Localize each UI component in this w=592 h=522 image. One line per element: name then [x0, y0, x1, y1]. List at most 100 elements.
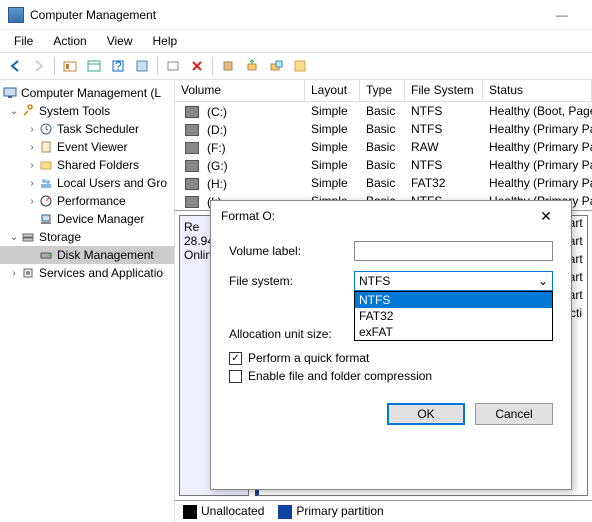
- menu-view[interactable]: View: [99, 32, 141, 50]
- col-layout[interactable]: Layout: [305, 80, 360, 101]
- quick-format-label: Perform a quick format: [248, 351, 369, 365]
- volume-label-input[interactable]: [354, 241, 553, 261]
- tree-performance[interactable]: › Performance: [0, 192, 174, 210]
- quick-format-checkbox[interactable]: ✓ Perform a quick format: [229, 351, 553, 365]
- tree-shared-folders[interactable]: › Shared Folders: [0, 156, 174, 174]
- tree-label: Services and Applicatio: [39, 266, 163, 280]
- tree-label: Storage: [39, 230, 81, 244]
- volume-grid-header: Volume Layout Type File System Status: [175, 80, 592, 102]
- table-row[interactable]: (G:)SimpleBasicNTFSHealthy (Primary Part: [175, 156, 592, 174]
- tb-icon-7[interactable]: [241, 55, 263, 77]
- file-system-options[interactable]: NTFS FAT32 exFAT: [354, 291, 553, 341]
- tb-icon-6[interactable]: [217, 55, 239, 77]
- table-row[interactable]: (C:)SimpleBasicNTFSHealthy (Boot, Page F: [175, 102, 592, 120]
- cancel-button[interactable]: Cancel: [475, 403, 553, 425]
- col-filesystem[interactable]: File System: [405, 80, 483, 101]
- expand-icon[interactable]: ›: [26, 124, 38, 135]
- chevron-down-icon: ⌄: [538, 274, 548, 288]
- tb-icon-9[interactable]: [289, 55, 311, 77]
- event-icon: [38, 139, 54, 155]
- table-row[interactable]: (F:)SimpleBasicRAWHealthy (Primary Part: [175, 138, 592, 156]
- tree-task-scheduler[interactable]: › Task Scheduler: [0, 120, 174, 138]
- expand-icon[interactable]: ›: [8, 268, 20, 279]
- tb-icon-1[interactable]: [59, 55, 81, 77]
- window-title: Computer Management: [30, 8, 540, 22]
- services-icon: [20, 265, 36, 281]
- tree-label: Device Manager: [57, 212, 144, 226]
- tools-icon: [20, 103, 36, 119]
- fs-option-fat32[interactable]: FAT32: [355, 308, 552, 324]
- forward-button[interactable]: [28, 55, 50, 77]
- tree-services[interactable]: › Services and Applicatio: [0, 264, 174, 282]
- format-dialog: Format O: ✕ Volume label: File system: N…: [210, 200, 572, 490]
- table-row[interactable]: (D:)SimpleBasicNTFSHealthy (Primary Part: [175, 120, 592, 138]
- delete-icon[interactable]: [186, 55, 208, 77]
- tree-label: Task Scheduler: [57, 122, 139, 136]
- menu-file[interactable]: File: [6, 32, 41, 50]
- tree-label: System Tools: [39, 104, 110, 118]
- performance-icon: [38, 193, 54, 209]
- compression-checkbox[interactable]: Enable file and folder compression: [229, 369, 553, 383]
- collapse-icon[interactable]: ⌄: [8, 232, 20, 243]
- checkbox-icon: [229, 370, 242, 383]
- fs-option-ntfs[interactable]: NTFS: [355, 292, 552, 308]
- expand-icon[interactable]: ›: [26, 178, 38, 189]
- tree-root[interactable]: Computer Management (L: [0, 84, 174, 102]
- device-icon: [38, 211, 54, 227]
- col-status[interactable]: Status: [483, 80, 592, 101]
- tree-storage[interactable]: ⌄ Storage: [0, 228, 174, 246]
- file-system-lbl: File system:: [229, 274, 354, 288]
- tree-disk-management[interactable]: Disk Management: [0, 246, 174, 264]
- expand-icon[interactable]: ›: [26, 142, 38, 153]
- col-type[interactable]: Type: [360, 80, 405, 101]
- fs-option-exfat[interactable]: exFAT: [355, 324, 552, 340]
- compression-label: Enable file and folder compression: [248, 369, 432, 383]
- tree-local-users[interactable]: › Local Users and Gro: [0, 174, 174, 192]
- tree-device-manager[interactable]: Device Manager: [0, 210, 174, 228]
- menu-bar: File Action View Help: [0, 30, 592, 52]
- volume-grid-body[interactable]: (C:)SimpleBasicNTFSHealthy (Boot, Page F…: [175, 102, 592, 210]
- dialog-titlebar[interactable]: Format O: ✕: [211, 201, 571, 231]
- tree-label: Disk Management: [57, 248, 154, 262]
- toolbar: ?: [0, 52, 592, 80]
- tb-icon-3[interactable]: ?: [107, 55, 129, 77]
- tree-event-viewer[interactable]: › Event Viewer: [0, 138, 174, 156]
- tb-icon-2[interactable]: [83, 55, 105, 77]
- tree-label: Event Viewer: [57, 140, 127, 154]
- tree-label: Performance: [57, 194, 126, 208]
- menu-help[interactable]: Help: [145, 32, 186, 50]
- tb-icon-8[interactable]: [265, 55, 287, 77]
- col-volume[interactable]: Volume: [175, 80, 305, 101]
- file-system-selected: NTFS: [359, 274, 390, 288]
- ok-button[interactable]: OK: [387, 403, 465, 425]
- clock-icon: [38, 121, 54, 137]
- expand-icon[interactable]: ›: [26, 160, 38, 171]
- disk-icon: [38, 247, 54, 263]
- tree-system-tools[interactable]: ⌄ System Tools: [0, 102, 174, 120]
- tb-icon-4[interactable]: [131, 55, 153, 77]
- volume-label-lbl: Volume label:: [229, 244, 354, 258]
- expand-icon[interactable]: ›: [26, 196, 38, 207]
- collapse-icon[interactable]: ⌄: [8, 106, 20, 117]
- tree-label: Shared Folders: [57, 158, 139, 172]
- app-icon: [8, 7, 24, 23]
- storage-icon: [20, 229, 36, 245]
- menu-action[interactable]: Action: [45, 32, 94, 50]
- legend-primary: Primary partition: [278, 504, 383, 519]
- window-titlebar: Computer Management —: [0, 0, 592, 30]
- tree-label: Local Users and Gro: [57, 176, 167, 190]
- navigation-tree[interactable]: Computer Management (L ⌄ System Tools › …: [0, 80, 175, 522]
- minimize-button[interactable]: —: [540, 1, 584, 29]
- checkbox-icon: ✓: [229, 352, 242, 365]
- file-system-dropdown[interactable]: NTFS ⌄ NTFS FAT32 exFAT: [354, 271, 553, 291]
- tb-icon-5[interactable]: [162, 55, 184, 77]
- svg-text:?: ?: [115, 59, 122, 73]
- computer-icon: [2, 85, 18, 101]
- back-button[interactable]: [4, 55, 26, 77]
- close-button[interactable]: ✕: [531, 208, 561, 225]
- tree-root-label: Computer Management (L: [21, 86, 161, 100]
- dialog-title: Format O:: [221, 209, 531, 223]
- users-icon: [38, 175, 54, 191]
- table-row[interactable]: (H:)SimpleBasicFAT32Healthy (Primary Par…: [175, 174, 592, 192]
- legend-unallocated: Unallocated: [183, 504, 264, 519]
